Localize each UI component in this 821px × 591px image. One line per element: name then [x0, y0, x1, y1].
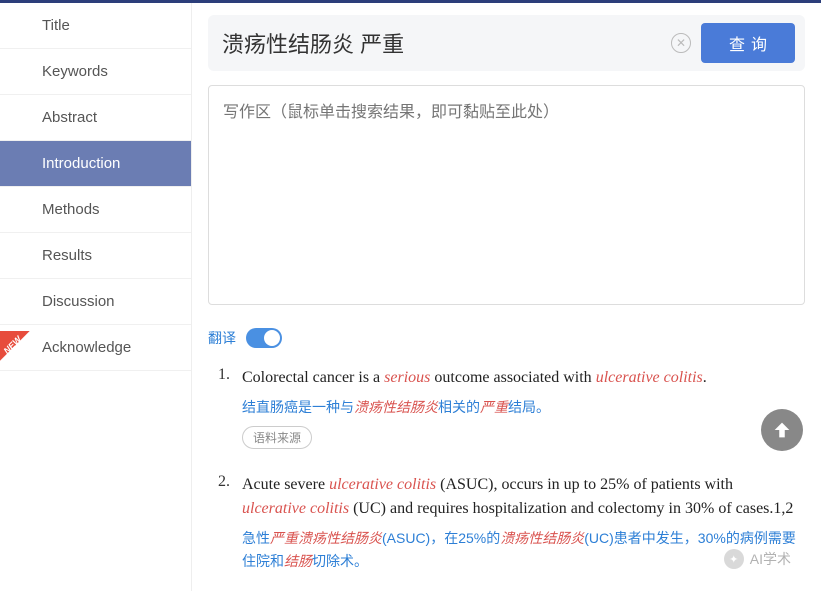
- search-input[interactable]: [218, 26, 661, 60]
- sidebar-item-methods[interactable]: Methods: [0, 187, 191, 233]
- result-number: 1.: [214, 366, 230, 449]
- sidebar-item-acknowledge[interactable]: Acknowledge: [0, 325, 191, 371]
- search-bar: ✕ 查询: [208, 15, 805, 71]
- arrow-up-icon: [771, 419, 793, 441]
- results-list: 1. Colorectal cancer is a serious outcome…: [208, 366, 805, 591]
- translate-label: 翻译: [208, 328, 236, 348]
- result-chinese: 急性严重溃疡性结肠炎(ASUC)，在25%的溃疡性结肠炎(UC)患者中发生，30…: [242, 527, 799, 572]
- result-english: Colorectal cancer is a serious outcome a…: [242, 366, 799, 390]
- main-panel: ✕ 查询 翻译 1. Colorectal cancer is a serious…: [192, 3, 821, 591]
- sidebar-item-introduction[interactable]: Introduction: [0, 141, 191, 187]
- result-item[interactable]: 1. Colorectal cancer is a serious outcome…: [214, 366, 799, 449]
- watermark: ✦ AI学术: [724, 549, 791, 569]
- source-button[interactable]: 语料来源: [242, 426, 312, 449]
- sidebar: Title Keywords Abstract Introduction Met…: [0, 3, 192, 591]
- sidebar-item-discussion[interactable]: Discussion: [0, 279, 191, 325]
- translate-row: 翻译: [208, 328, 805, 348]
- result-number: 2.: [214, 473, 230, 572]
- result-english: Acute severe ulcerative colitis (ASUC), …: [242, 473, 799, 521]
- result-chinese: 结直肠癌是一种与溃疡性结肠炎相关的严重结局。: [242, 396, 799, 418]
- sidebar-item-keywords[interactable]: Keywords: [0, 49, 191, 95]
- write-area[interactable]: [208, 85, 805, 305]
- watermark-text: AI学术: [750, 549, 791, 569]
- result-body: Colorectal cancer is a serious outcome a…: [242, 366, 799, 449]
- clear-icon[interactable]: ✕: [671, 33, 691, 53]
- query-button[interactable]: 查询: [701, 23, 795, 63]
- scroll-top-button[interactable]: [761, 409, 803, 451]
- sidebar-item-abstract[interactable]: Abstract: [0, 95, 191, 141]
- result-item[interactable]: 2.Acute severe ulcerative colitis (ASUC)…: [214, 473, 799, 572]
- wechat-icon: ✦: [724, 549, 744, 569]
- main-container: Title Keywords Abstract Introduction Met…: [0, 3, 821, 591]
- sidebar-item-title[interactable]: Title: [0, 3, 191, 49]
- translate-toggle[interactable]: [246, 328, 282, 348]
- sidebar-item-results[interactable]: Results: [0, 233, 191, 279]
- result-body: Acute severe ulcerative colitis (ASUC), …: [242, 473, 799, 572]
